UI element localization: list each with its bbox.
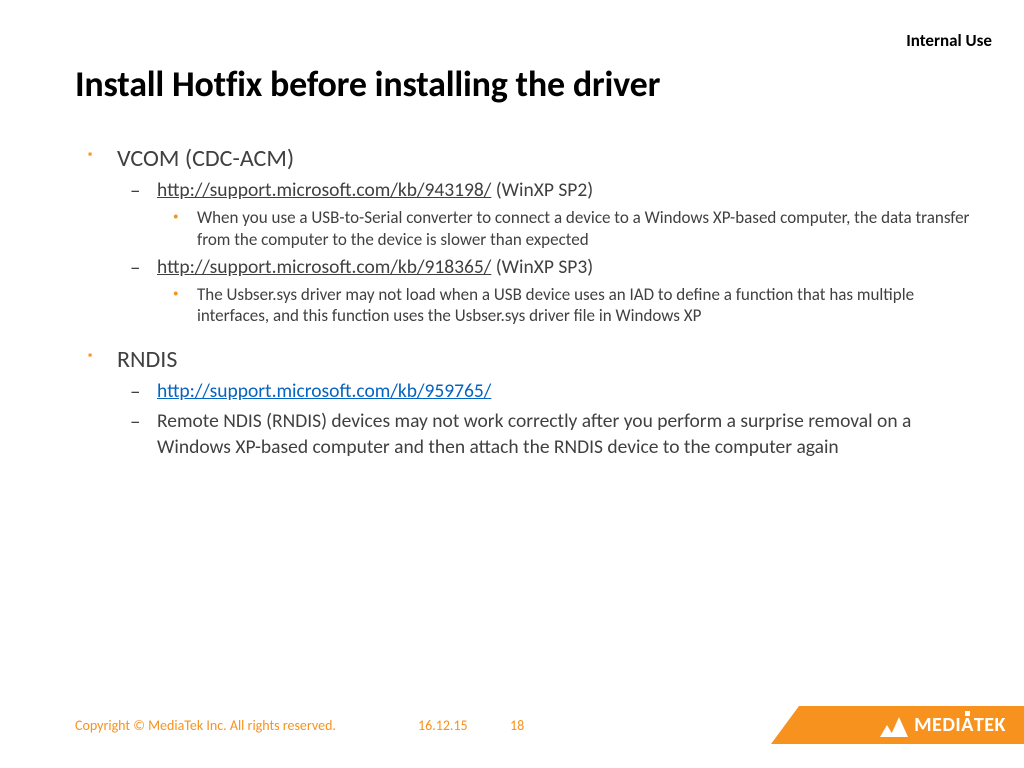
bullet-rndis: RNDIS [75, 345, 984, 374]
logo-text-a: A [961, 713, 974, 737]
mediatek-logo: MEDIATEK [880, 713, 1006, 737]
vcom-link-2-suffix: (WinXP SP3) [491, 255, 593, 279]
kb-link-959765[interactable]: http://support.microsoft.com/kb/959765/ [157, 379, 491, 403]
vcom-link-1-suffix: (WinXP SP2) [491, 178, 593, 202]
rndis-description: Remote NDIS (RNDIS) devices may not work… [157, 408, 984, 461]
page-number: 18 [510, 717, 524, 734]
footer-date: 16.12.15 [418, 717, 468, 734]
vcom-link-1: http://support.microsoft.com/kb/943198/ … [75, 177, 984, 203]
slide: Internal Use Install Hotfix before insta… [0, 0, 1024, 768]
copyright-text: Copyright © MediaTek Inc. All rights res… [75, 717, 336, 734]
rndis-text: Remote NDIS (RNDIS) devices may not work… [75, 408, 984, 461]
logo-text-pre: MEDI [914, 713, 961, 737]
classification-label: Internal Use [906, 30, 992, 51]
kb-link-943198[interactable]: http://support.microsoft.com/kb/943198/ [157, 178, 491, 202]
logo-text-post: TEK [974, 713, 1006, 737]
slide-title: Install Hotfix before installing the dri… [75, 62, 660, 106]
slide-body: VCOM (CDC-ACM) http://support.microsoft.… [75, 132, 984, 461]
logo-text: MEDIATEK [914, 713, 1006, 737]
logo-icon [880, 713, 908, 737]
vcom-detail-1: When you use a USB-to-Serial converter t… [75, 207, 984, 250]
rndis-link: http://support.microsoft.com/kb/959765/ [75, 378, 984, 404]
kb-link-918365[interactable]: http://support.microsoft.com/kb/918365/ [157, 255, 491, 279]
vcom-detail-2: The Usbser.sys driver may not load when … [75, 284, 984, 327]
vcom-link-2: http://support.microsoft.com/kb/918365/ … [75, 254, 984, 280]
bullet-vcom: VCOM (CDC-ACM) [75, 144, 984, 173]
